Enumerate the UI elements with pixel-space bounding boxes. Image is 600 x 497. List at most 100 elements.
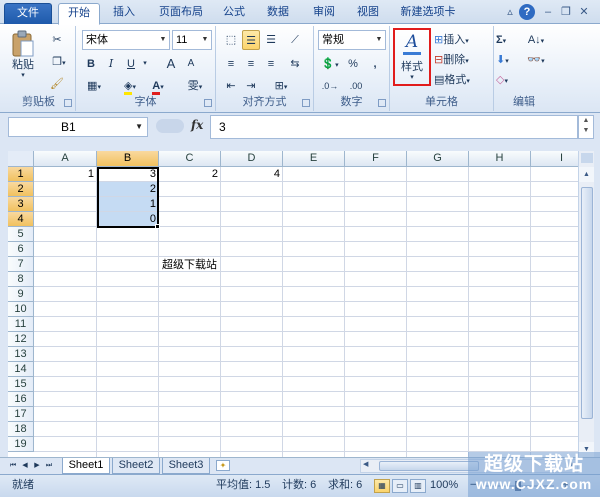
delete-cells-button[interactable]: ⊟删除▾	[434, 50, 490, 70]
cell-d1[interactable]: 4	[221, 167, 283, 182]
tab-file[interactable]: 文件	[4, 3, 52, 24]
chevron-down-icon[interactable]: ▼	[135, 118, 143, 136]
row-header-5[interactable]: 5	[8, 227, 34, 242]
vertical-scroll-thumb[interactable]	[581, 187, 593, 419]
row-header-11[interactable]: 11	[8, 317, 34, 332]
align-center-button[interactable]: ≡	[242, 54, 260, 74]
fill-handle[interactable]	[155, 224, 160, 229]
column-header-a[interactable]: A	[34, 151, 97, 167]
row-header-18[interactable]: 18	[8, 422, 34, 437]
row-header-15[interactable]: 15	[8, 377, 34, 392]
last-sheet-icon[interactable]: ⏭	[44, 459, 54, 473]
align-right-button[interactable]: ≡	[262, 54, 280, 74]
tab-review[interactable]: 审阅	[306, 3, 342, 24]
cell-c7[interactable]: 超级下载站	[159, 257, 249, 272]
alignment-launcher-icon[interactable]	[302, 99, 310, 107]
format-cells-button[interactable]: ▤格式▾	[434, 70, 490, 90]
window-minimize-icon[interactable]: –	[540, 4, 556, 20]
percent-button[interactable]: %	[344, 54, 362, 74]
window-restore-icon[interactable]: ❐	[558, 4, 574, 20]
zoom-level[interactable]: 100%	[430, 475, 458, 496]
insert-cells-button[interactable]: ⊞插入▾	[434, 30, 490, 50]
number-format-select[interactable]: 常规 ▼	[318, 30, 386, 50]
row-header-17[interactable]: 17	[8, 407, 34, 422]
sheet-tab-sheet2[interactable]: Sheet2	[112, 458, 160, 474]
font-name-select[interactable]: 宋体 ▼	[82, 30, 170, 50]
clipboard-launcher-icon[interactable]	[64, 99, 72, 107]
copy-button[interactable]: ❐▾	[46, 52, 72, 72]
fill-button[interactable]: ⬇▾	[496, 50, 520, 70]
row-header-19[interactable]: 19	[8, 437, 34, 452]
tab-new-tab[interactable]: 新建选项卡	[396, 3, 460, 24]
sort-filter-button[interactable]: A↓▾	[522, 30, 550, 50]
scroll-up-icon[interactable]: ▲	[579, 167, 594, 182]
row-header-13[interactable]: 13	[8, 347, 34, 362]
paste-button[interactable]: 粘贴 ▾	[8, 28, 38, 82]
grow-font-button[interactable]: A	[162, 54, 180, 74]
column-header-e[interactable]: E	[283, 151, 345, 167]
tab-data[interactable]: 数据	[260, 3, 296, 24]
prev-sheet-icon[interactable]: ◀	[20, 459, 30, 473]
formula-bar-handle[interactable]	[156, 119, 184, 133]
row-header-6[interactable]: 6	[8, 242, 34, 257]
tab-home[interactable]: 开始	[58, 3, 100, 25]
currency-button[interactable]: 💲▾	[318, 54, 342, 74]
row-header-12[interactable]: 12	[8, 332, 34, 347]
cell-a1[interactable]: 1	[34, 167, 97, 182]
styles-button[interactable]: A 样式 ▾	[393, 28, 431, 86]
comma-button[interactable]: ,	[366, 54, 384, 74]
font-launcher-icon[interactable]	[204, 99, 212, 107]
font-size-select[interactable]: 11 ▼	[172, 30, 212, 50]
page-layout-view-button[interactable]: ▭	[392, 479, 408, 493]
sheet-tab-sheet3[interactable]: Sheet3	[162, 458, 210, 474]
tab-insert[interactable]: 插入	[106, 3, 142, 24]
scroll-left-icon[interactable]: ◀	[363, 460, 368, 468]
column-header-i[interactable]: I	[531, 151, 578, 167]
row-header-1[interactable]: 1	[8, 167, 34, 182]
find-select-button[interactable]: 👓▾	[522, 50, 550, 70]
column-header-g[interactable]: G	[407, 151, 469, 167]
sheet-tab-sheet1[interactable]: Sheet1	[62, 458, 110, 474]
paste-dropdown-icon[interactable]: ▾	[8, 72, 38, 80]
orientation-button[interactable]: ⟋	[284, 30, 306, 50]
row-header-10[interactable]: 10	[8, 302, 34, 317]
column-header-f[interactable]: F	[345, 151, 407, 167]
align-top-button[interactable]: ⬚	[222, 30, 240, 50]
row-header-3[interactable]: 3	[8, 197, 34, 212]
autosum-button[interactable]: Σ▾	[496, 30, 520, 50]
row-header-9[interactable]: 9	[8, 287, 34, 302]
formula-input[interactable]: 3	[210, 115, 578, 139]
horizontal-scroll-thumb[interactable]	[379, 461, 479, 471]
align-bottom-button[interactable]: ☰	[262, 30, 280, 50]
wrap-text-button[interactable]: ⇆	[284, 54, 306, 74]
select-all-button[interactable]	[8, 151, 34, 167]
insert-function-icon[interactable]: fx	[191, 118, 203, 132]
cell-c1[interactable]: 2	[159, 167, 221, 182]
row-header-8[interactable]: 8	[8, 272, 34, 287]
first-sheet-icon[interactable]: ⏮	[8, 459, 18, 473]
window-close-icon[interactable]: ✕	[576, 4, 592, 20]
underline-button[interactable]: U	[122, 54, 140, 74]
vertical-scrollbar[interactable]: ▲ ▼	[578, 151, 594, 457]
split-handle[interactable]	[581, 153, 593, 163]
row-header-7[interactable]: 7	[8, 257, 34, 272]
align-middle-button[interactable]: ☰	[242, 30, 260, 50]
tab-page-layout[interactable]: 页面布局	[150, 3, 212, 24]
italic-button[interactable]: I	[102, 54, 120, 74]
clear-button[interactable]: ◇▾	[496, 70, 520, 90]
number-launcher-icon[interactable]	[378, 99, 386, 107]
format-painter-button[interactable]: 🖌	[46, 74, 68, 94]
minimize-ribbon-icon[interactable]: ▵	[502, 4, 518, 20]
normal-view-button[interactable]: ▦	[374, 479, 390, 493]
bold-button[interactable]: B	[82, 54, 100, 74]
column-header-c[interactable]: C	[159, 151, 221, 167]
page-break-view-button[interactable]: ▥	[410, 479, 426, 493]
tab-view[interactable]: 视图	[350, 3, 386, 24]
help-icon[interactable]: ?	[519, 4, 535, 20]
column-header-h[interactable]: H	[469, 151, 531, 167]
align-left-button[interactable]: ≡	[222, 54, 240, 74]
name-box[interactable]: B1 ▼	[8, 117, 148, 137]
row-header-4[interactable]: 4	[8, 212, 34, 227]
column-header-b[interactable]: B	[97, 151, 159, 167]
tab-formulas[interactable]: 公式	[216, 3, 252, 24]
